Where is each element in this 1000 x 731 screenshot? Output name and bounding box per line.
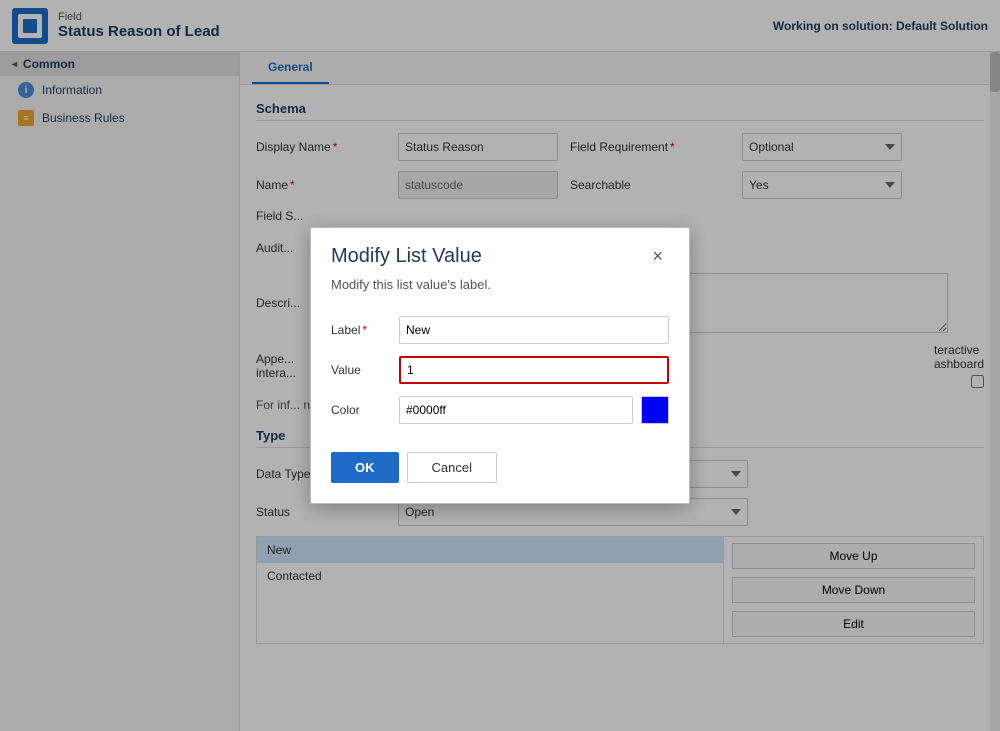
cancel-button[interactable]: Cancel: [407, 452, 497, 483]
ok-button[interactable]: OK: [331, 452, 399, 483]
color-input[interactable]: [399, 396, 633, 424]
value-field-row: Value: [331, 356, 669, 384]
dialog-title: Modify List Value: [331, 245, 482, 268]
modal-overlay: Modify List Value × Modify this list val…: [0, 0, 1000, 731]
dialog-header: Modify List Value ×: [311, 228, 689, 277]
dialog-footer: OK Cancel: [331, 436, 669, 483]
color-field-row: Color: [331, 396, 669, 424]
value-input[interactable]: [399, 356, 669, 384]
label-field-label: Label*: [331, 323, 391, 337]
color-field-label: Color: [331, 403, 391, 417]
label-input[interactable]: [399, 316, 669, 344]
label-field-row: Label*: [331, 316, 669, 344]
dialog-body: Label* Value Color OK Cancel: [311, 308, 689, 503]
dialog-close-button[interactable]: ×: [646, 244, 669, 269]
value-field-label: Value: [331, 363, 391, 377]
dialog-subtitle: Modify this list value's label.: [311, 277, 689, 308]
modify-list-value-dialog: Modify List Value × Modify this list val…: [310, 227, 690, 504]
color-preview: [641, 396, 669, 424]
